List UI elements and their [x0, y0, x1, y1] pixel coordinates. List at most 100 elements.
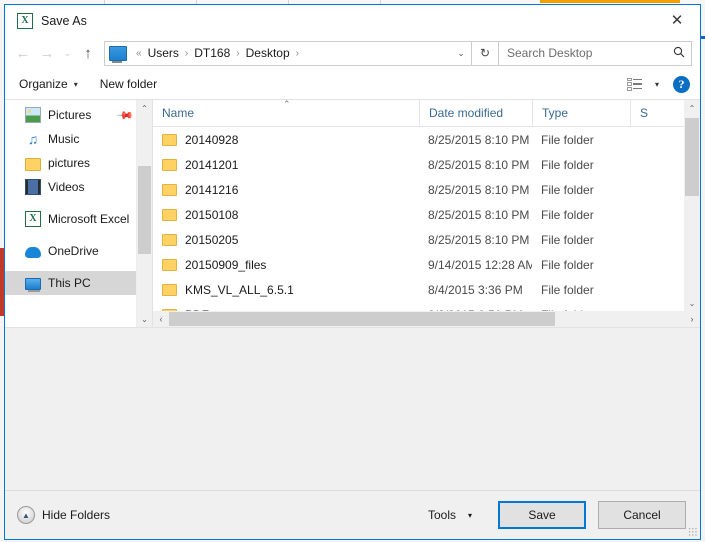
sidebar-item-label: Videos [48, 180, 85, 194]
table-row[interactable]: 20140928 8/25/2015 8:10 PM File folder [153, 127, 700, 152]
scroll-down-icon[interactable]: ⌄ [684, 295, 700, 311]
chevron-down-icon: ▾ [467, 510, 472, 520]
screenshot-root: X Save As ✕ ← → ⌄ ↑ « Users › DT168 › De… [0, 0, 705, 542]
sidebar-item-label: pictures [48, 156, 91, 170]
sidebar-item-music[interactable]: ♫ Music [5, 127, 152, 151]
breadcrumb-item-dt168[interactable]: DT168 [192, 46, 232, 60]
column-label: Name [162, 106, 195, 120]
forward-button[interactable]: → [35, 41, 59, 65]
sidebar-item-pictures-folder[interactable]: pictures [5, 151, 152, 175]
dialog-footer: ▲ Hide Folders Tools ▾ Save Cancel [5, 490, 700, 539]
file-name-label: 20150205 [185, 232, 239, 247]
file-date-cell: 8/25/2015 8:10 PM [428, 207, 530, 222]
breadcrumb-item-desktop[interactable]: Desktop [244, 46, 292, 60]
scroll-right-icon[interactable]: › [684, 314, 700, 324]
sidebar-item-pictures[interactable]: Pictures 📌 [5, 103, 152, 127]
sidebar-item-videos[interactable]: Videos [5, 175, 152, 199]
up-button[interactable]: ↑ [76, 41, 100, 65]
sidebar-item-this-pc[interactable]: This PC [5, 271, 152, 295]
sidebar-item-label: Music [48, 132, 80, 146]
chevron-right-icon: › [295, 47, 299, 59]
file-list-vertical-scrollbar[interactable]: ⌃ ⌄ [684, 100, 700, 311]
file-name-cell: 20150909_files [153, 258, 419, 272]
file-list-pane: Name ⌃ Date modified Type S 20140928 8/2… [152, 100, 700, 327]
folder-icon [162, 233, 177, 246]
cancel-button[interactable]: Cancel [598, 501, 686, 529]
folder-icon [162, 133, 177, 146]
table-row[interactable]: KMS_VL_ALL_6.5.1 8/4/2015 3:36 PM File f… [153, 277, 700, 302]
table-row[interactable]: 20141216 8/25/2015 8:10 PM File folder [153, 177, 700, 202]
column-header-date-modified[interactable]: Date modified [419, 100, 532, 126]
scroll-down-icon[interactable]: ⌄ [137, 311, 152, 327]
file-type-cell: File folder [541, 132, 594, 147]
search-box[interactable]: Search Desktop [499, 40, 692, 66]
breadcrumb-item-users[interactable]: Users [146, 46, 181, 60]
address-bar[interactable]: « Users › DT168 › Desktop › ⌄ ↻ [104, 40, 499, 66]
folder-icon [162, 283, 177, 296]
hide-folders-label: Hide Folders [42, 508, 111, 522]
sidebar-item-label: Pictures [48, 108, 92, 122]
scrollbar-thumb[interactable] [138, 166, 151, 254]
column-header-size[interactable]: S [630, 100, 660, 126]
column-label: S [640, 106, 649, 120]
table-row[interactable]: 20150108 8/25/2015 8:10 PM File folder [153, 202, 700, 227]
background-orange-tab [540, 0, 680, 3]
tools-button[interactable]: Tools ▾ [428, 508, 472, 522]
column-header-type[interactable]: Type [532, 100, 630, 126]
sidebar-item-onedrive[interactable]: OneDrive [5, 239, 152, 263]
folder-icon [162, 183, 177, 196]
pin-icon[interactable]: 📌 [116, 106, 135, 124]
search-input[interactable]: Search Desktop [499, 46, 667, 60]
file-name-cell: 20150108 [153, 208, 419, 222]
scrollbar-thumb[interactable] [685, 118, 699, 196]
new-folder-button[interactable]: New folder [100, 77, 157, 91]
file-list-horizontal-scrollbar[interactable]: ‹ › [153, 311, 700, 327]
sidebar-item-label: OneDrive [48, 244, 99, 258]
excel-icon: X [25, 211, 41, 227]
table-row[interactable]: 20150205 8/25/2015 8:10 PM File folder [153, 227, 700, 252]
file-date-cell: 8/25/2015 8:10 PM [428, 157, 530, 172]
command-bar-right: ▾ ? [626, 75, 690, 93]
sidebar-item-microsoft-excel[interactable]: X Microsoft Excel [5, 207, 152, 231]
organize-button[interactable]: Organize ▾ [19, 77, 78, 91]
dialog-title: Save As [41, 14, 87, 28]
chevron-right-icon: › [184, 47, 189, 59]
file-date-cell: 8/25/2015 8:10 PM [428, 132, 530, 147]
recent-locations-button[interactable]: ⌄ [59, 41, 76, 65]
hide-folders-button[interactable]: ▲ Hide Folders [17, 506, 110, 524]
file-name-cell: KMS_VL_ALL_6.5.1 [153, 283, 419, 297]
column-header-name[interactable]: Name ⌃ [153, 100, 419, 126]
file-list-rows: 20140928 8/25/2015 8:10 PM File folder 2… [153, 127, 700, 327]
close-icon[interactable]: ✕ [654, 5, 700, 35]
sidebar-item-label: Microsoft Excel [48, 212, 130, 226]
tools-label: Tools [427, 508, 456, 522]
scroll-up-icon[interactable]: ⌃ [684, 100, 700, 116]
table-row[interactable]: 20141201 8/25/2015 8:10 PM File folder [153, 152, 700, 177]
organize-label: Organize [19, 77, 68, 91]
back-button[interactable]: ← [11, 41, 35, 65]
scroll-up-icon[interactable]: ⌃ [137, 100, 152, 116]
folder-icon [25, 157, 41, 171]
save-button[interactable]: Save [498, 501, 586, 529]
file-name-cell: 20140928 [153, 133, 419, 147]
video-icon [25, 179, 41, 195]
scroll-left-icon[interactable]: ‹ [153, 314, 169, 324]
navigation-scrollbar[interactable]: ⌃ ⌄ [136, 100, 152, 327]
new-folder-label: New folder [99, 77, 158, 91]
help-icon[interactable]: ? [673, 75, 690, 93]
resize-grip[interactable] [688, 527, 698, 537]
table-row[interactable]: 20150909_files 9/14/2015 12:28 AM File f… [153, 252, 700, 277]
monitor-icon [25, 277, 41, 292]
file-name-cell: 20141216 [153, 183, 419, 197]
file-name-label: 20150108 [185, 207, 239, 222]
picture-icon [25, 107, 41, 123]
chevron-down-icon[interactable]: ⌄ [451, 48, 471, 59]
chevron-down-icon[interactable]: ▾ [655, 80, 659, 89]
change-view-icon[interactable] [626, 77, 642, 91]
folder-icon [162, 258, 177, 271]
title-bar: X Save As ✕ [5, 5, 700, 37]
monitor-icon [109, 45, 127, 63]
refresh-icon[interactable]: ↻ [471, 41, 498, 65]
file-type-cell: File folder [541, 257, 594, 272]
scrollbar-thumb[interactable] [169, 312, 555, 326]
